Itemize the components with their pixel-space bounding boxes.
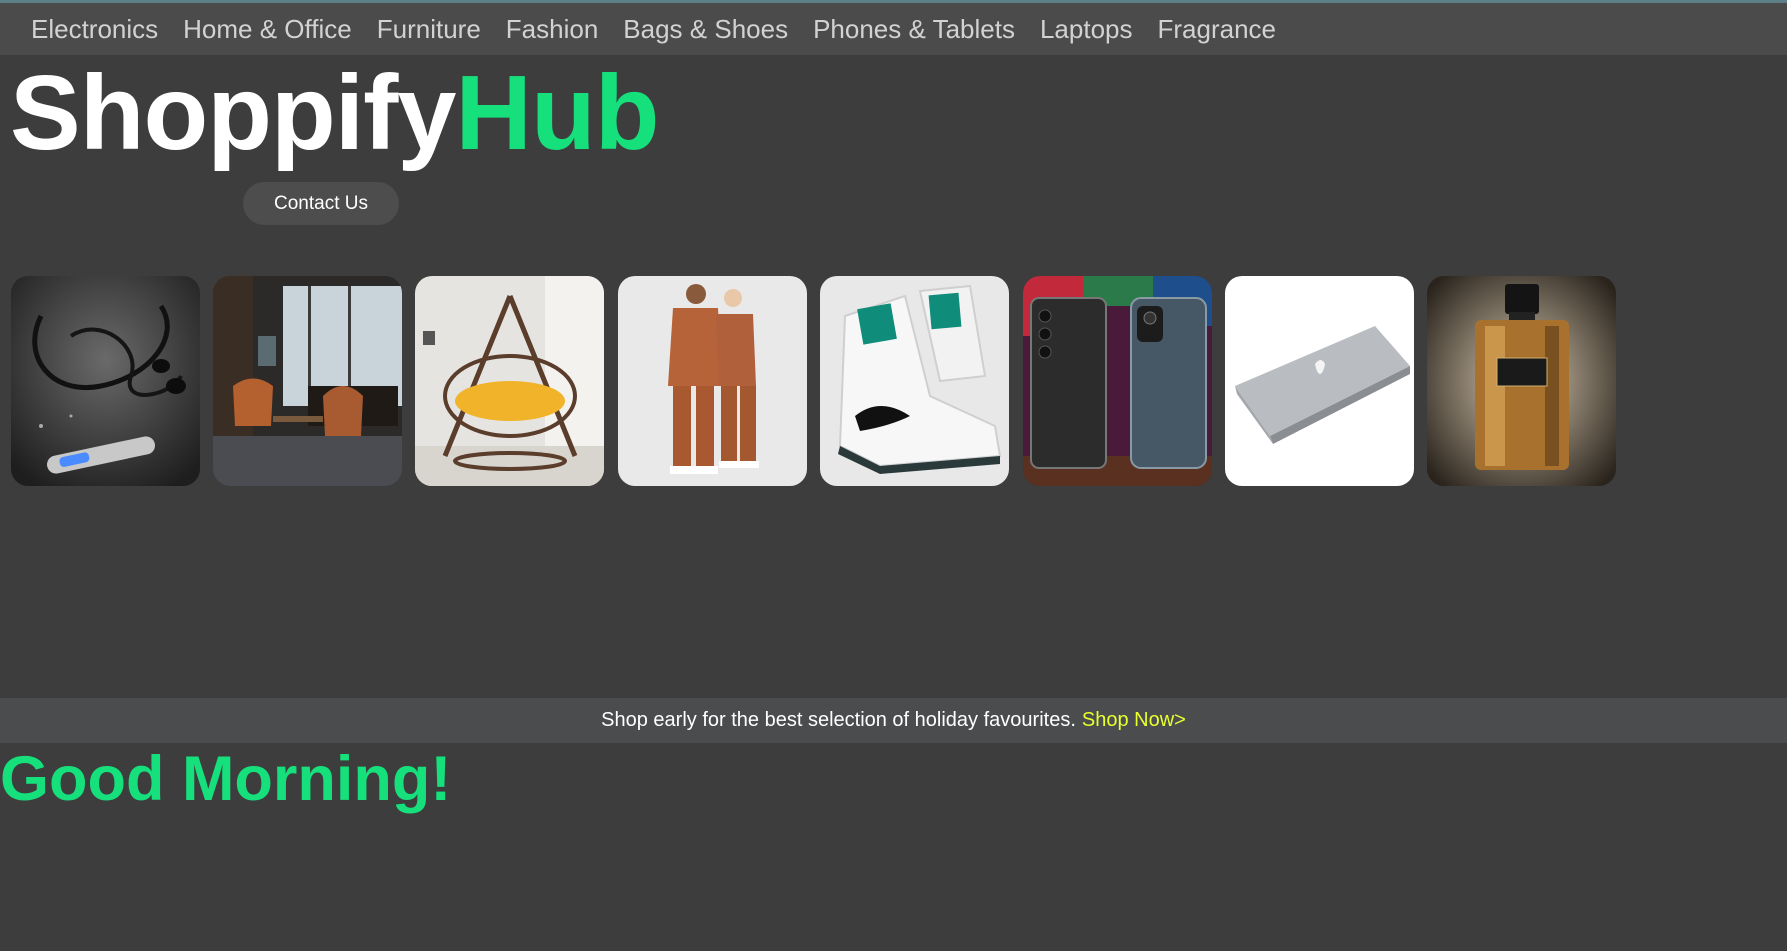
earphones-image	[11, 276, 200, 486]
office-image	[213, 276, 402, 486]
category-tile-furniture[interactable]	[415, 276, 604, 486]
laptop-image	[1225, 276, 1414, 486]
perfume-image	[1427, 276, 1616, 486]
nav-item-bags-shoes[interactable]: Bags & Shoes	[623, 14, 788, 45]
category-tile-electronics[interactable]	[11, 276, 200, 486]
tracksuit-models-image	[618, 276, 807, 486]
category-tile-phones-tablets[interactable]	[1023, 276, 1212, 486]
category-tile-laptops[interactable]	[1225, 276, 1414, 486]
nav-item-electronics[interactable]: Electronics	[31, 14, 158, 45]
shop-now-link[interactable]: Shop Now>	[1082, 709, 1186, 732]
promo-text: Shop early for the best selection of hol…	[601, 709, 1076, 731]
site-logo[interactable]: ShoppifyHub	[10, 50, 659, 177]
smartphones-image	[1023, 276, 1212, 486]
category-nav: Electronics Home & Office Furniture Fash…	[0, 3, 1787, 55]
nav-item-furniture[interactable]: Furniture	[377, 14, 481, 45]
greeting-heading: Good Morning!	[0, 744, 452, 814]
promo-banner: Shop early for the best selection of hol…	[0, 698, 1787, 743]
nav-item-fashion[interactable]: Fashion	[506, 14, 599, 45]
nav-item-home-office[interactable]: Home & Office	[183, 14, 352, 45]
hanging-chair-image	[415, 276, 604, 486]
sneakers-image	[820, 276, 1009, 486]
logo-text-hub: Hub	[455, 54, 659, 172]
category-tile-fashion[interactable]	[618, 276, 807, 486]
category-tile-bags-shoes[interactable]	[820, 276, 1009, 486]
nav-item-laptops[interactable]: Laptops	[1040, 14, 1133, 45]
category-tile-fragrance[interactable]	[1427, 276, 1616, 486]
nav-item-fragrance[interactable]: Fragrance	[1158, 14, 1277, 45]
category-tile-home-office[interactable]	[213, 276, 402, 486]
contact-us-button[interactable]: Contact Us	[243, 182, 399, 225]
logo-text-shoppify: Shoppify	[10, 54, 456, 172]
nav-item-phones-tablets[interactable]: Phones & Tablets	[813, 14, 1015, 45]
